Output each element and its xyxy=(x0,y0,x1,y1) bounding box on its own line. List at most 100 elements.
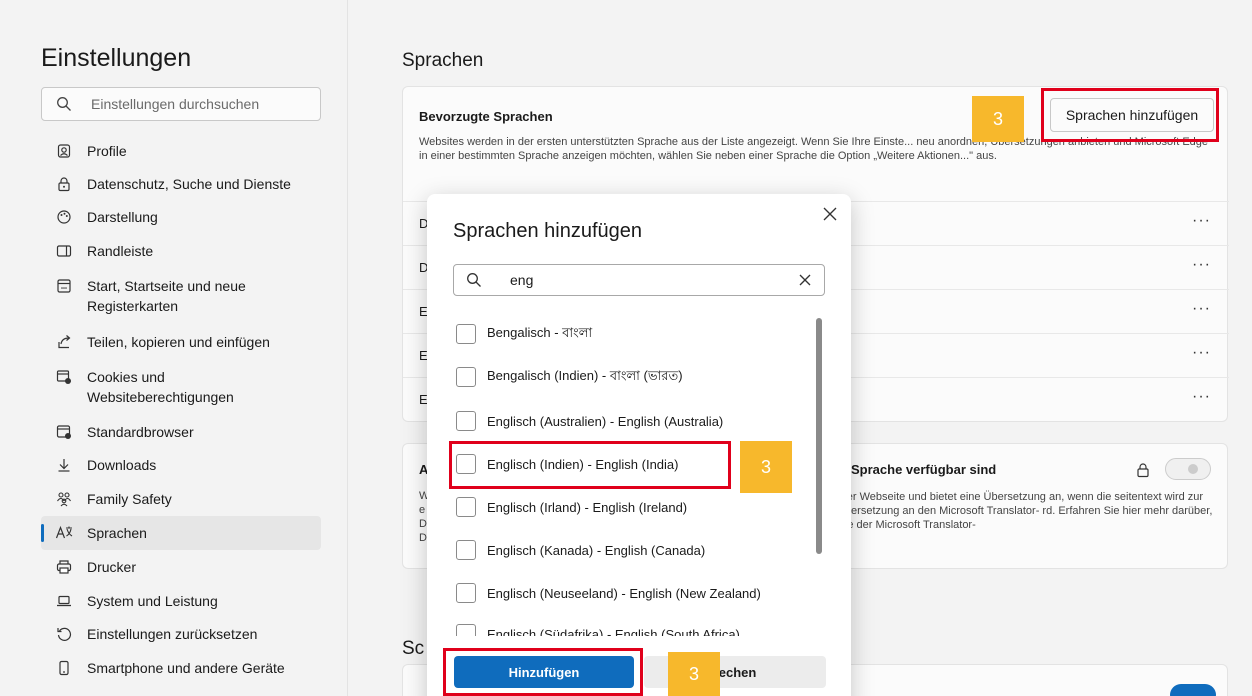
sidebar-item-system[interactable]: System und Leistung xyxy=(41,584,321,618)
language-option[interactable]: Bengalisch (Indien) - বাংলা (ভারত) xyxy=(456,361,816,393)
sidebar-item-share[interactable]: Teilen, kopieren und einfügen xyxy=(41,325,321,359)
sidebar-item-label: Randleiste xyxy=(87,243,154,259)
more-actions-icon[interactable]: ··· xyxy=(1192,344,1211,362)
sidebar-item-label: Sprachen xyxy=(87,525,147,541)
more-actions-icon[interactable]: ··· xyxy=(1192,212,1211,230)
profile-icon xyxy=(55,142,73,160)
language-option[interactable]: Englisch (Kanada) - English (Canada) xyxy=(456,534,816,566)
language-option[interactable]: Englisch (Australien) - English (Austral… xyxy=(456,405,816,437)
more-actions-icon[interactable]: ··· xyxy=(1192,300,1211,318)
language-option[interactable]: Englisch (Südafrika) - English (South Af… xyxy=(456,618,816,636)
sidebar-item-label: Cookies und Websiteberechtigungen xyxy=(87,369,234,405)
language-option[interactable]: Bengalisch - বাংলা xyxy=(456,318,816,350)
download-icon xyxy=(55,456,73,474)
share-icon xyxy=(55,333,73,351)
language-option-label: Bengalisch (Indien) - বাংলা (ভারত) xyxy=(487,367,683,383)
language-checkbox[interactable] xyxy=(456,324,476,344)
lock-icon xyxy=(55,175,73,193)
sidebar-item-cookies[interactable]: Cookies und Websiteberechtigungen xyxy=(41,361,321,407)
sidebar-item-sidebar[interactable]: Randleiste xyxy=(41,234,321,268)
sidebar-item-label: Darstellung xyxy=(87,209,158,225)
bottom-toggle[interactable] xyxy=(1170,684,1216,696)
more-actions-icon[interactable]: ··· xyxy=(1192,256,1211,274)
language-checkbox[interactable] xyxy=(456,583,476,603)
translate-description: hrer Webseite und bietet eine Übersetzun… xyxy=(837,491,1213,531)
printer-icon xyxy=(55,558,73,576)
step-badge: 3 xyxy=(972,96,1024,142)
language-option-label: Englisch (Neuseeland) - English (New Zea… xyxy=(487,585,761,601)
laptop-icon xyxy=(55,592,73,610)
sidebar-item-printer[interactable]: Drucker xyxy=(41,550,321,584)
sidebar-item-languages[interactable]: Sprachen xyxy=(41,516,321,550)
sidebar-item-appearance[interactable]: Darstellung xyxy=(41,200,321,234)
language-checkbox[interactable] xyxy=(456,411,476,431)
appearance-icon xyxy=(55,208,73,226)
search-value: eng xyxy=(510,272,534,288)
close-icon[interactable] xyxy=(820,204,840,224)
sidebar-item-label: Standardbrowser xyxy=(87,424,194,440)
sidebar-item-label: Start, Startseite und neue Registerkarte… xyxy=(87,278,246,314)
dialog-title: Sprachen hinzufügen xyxy=(453,220,643,242)
sidebar-item-phone[interactable]: Smartphone und andere Geräte xyxy=(41,651,321,685)
translate-desc-fragment: D xyxy=(419,532,427,544)
sidebar-item-label: Profile xyxy=(87,143,127,159)
translate-toggle[interactable] xyxy=(1165,458,1211,480)
default-browser-icon xyxy=(55,423,73,441)
cookies-icon xyxy=(55,368,73,386)
translate-desc-fragment: D xyxy=(419,518,427,530)
language-checkbox[interactable] xyxy=(456,540,476,560)
language-checkbox[interactable] xyxy=(456,497,476,517)
sidebar-item-downloads[interactable]: Downloads xyxy=(41,448,321,482)
sidebar-item-label: Family Safety xyxy=(87,491,172,507)
language-checkbox[interactable] xyxy=(456,624,476,636)
sidebar-item-profile[interactable]: Profile xyxy=(41,134,321,168)
sidebar-item-label: System und Leistung xyxy=(87,593,218,609)
translate-desc-fragment: e xyxy=(419,504,426,516)
language-option-label: Englisch (Kanada) - English (Canada) xyxy=(487,542,706,558)
dialog-scrollbar[interactable] xyxy=(816,318,822,554)
language-option[interactable]: Englisch (Neuseeland) - English (New Zea… xyxy=(456,577,816,609)
sidebar-item-reset[interactable]: Einstellungen zurücksetzen xyxy=(41,617,321,651)
sidebar-item-label: Teilen, kopieren und einfügen xyxy=(87,334,270,350)
language-option-label: Englisch (Irland) - English (Ireland) xyxy=(487,499,688,515)
sidebar-item-label: Einstellungen zurücksetzen xyxy=(87,626,258,642)
languages-icon xyxy=(55,524,73,542)
clear-icon[interactable] xyxy=(796,271,814,289)
search-placeholder: Einstellungen durchsuchen xyxy=(91,96,260,112)
preferred-languages-heading: Bevorzugte Sprachen xyxy=(419,109,553,124)
settings-search-input[interactable]: Einstellungen durchsuchen xyxy=(41,87,321,121)
sidebar-item-default-browser[interactable]: Standardbrowser xyxy=(41,415,321,449)
language-search-input[interactable]: eng xyxy=(453,264,825,296)
home-tabs-icon xyxy=(55,277,73,295)
sidebar-item-start[interactable]: Start, Startseite und neue Registerkarte… xyxy=(41,270,321,316)
section-title-fragment: Sc xyxy=(402,638,425,659)
sidebar-item-label: Downloads xyxy=(87,457,157,473)
sidebar-icon xyxy=(55,242,73,260)
highlight-box-add-confirm xyxy=(443,648,643,696)
step-badge: 3 xyxy=(740,441,792,493)
lock-icon xyxy=(1137,463,1149,478)
sidebar-item-label: Smartphone und andere Geräte xyxy=(87,660,285,676)
search-icon xyxy=(57,97,71,111)
phone-icon xyxy=(55,659,73,677)
sidebar-title: Einstellungen xyxy=(41,44,192,72)
highlight-box-add-button xyxy=(1041,88,1219,142)
search-icon xyxy=(467,273,481,287)
sidebar-item-family-safety[interactable]: Family Safety xyxy=(41,482,321,516)
sidebar-item-label: Drucker xyxy=(87,559,137,575)
sidebar-item-privacy[interactable]: Datenschutz, Suche und Dienste xyxy=(41,167,321,201)
language-option-label: Bengalisch - বাংলা xyxy=(487,324,593,340)
sidebar-item-label: Datenschutz, Suche und Dienste xyxy=(87,176,291,192)
language-checkbox[interactable] xyxy=(456,367,476,387)
highlight-box-english-india xyxy=(449,441,731,489)
sidebar: Einstellungen Einstellungen durchsuchen … xyxy=(0,0,348,696)
language-option-label: Englisch (Australien) - English (Austral… xyxy=(487,413,724,429)
language-option[interactable]: Englisch (Irland) - English (Ireland) xyxy=(456,491,816,523)
step-badge: 3 xyxy=(668,652,720,696)
reset-icon xyxy=(55,625,73,643)
family-icon xyxy=(55,490,73,508)
language-option-label: Englisch (Südafrika) - English (South Af… xyxy=(487,626,740,637)
translate-heading: Sprache verfügbar sind xyxy=(851,462,997,477)
more-actions-icon[interactable]: ··· xyxy=(1192,388,1211,406)
page-title: Sprachen xyxy=(402,50,484,71)
